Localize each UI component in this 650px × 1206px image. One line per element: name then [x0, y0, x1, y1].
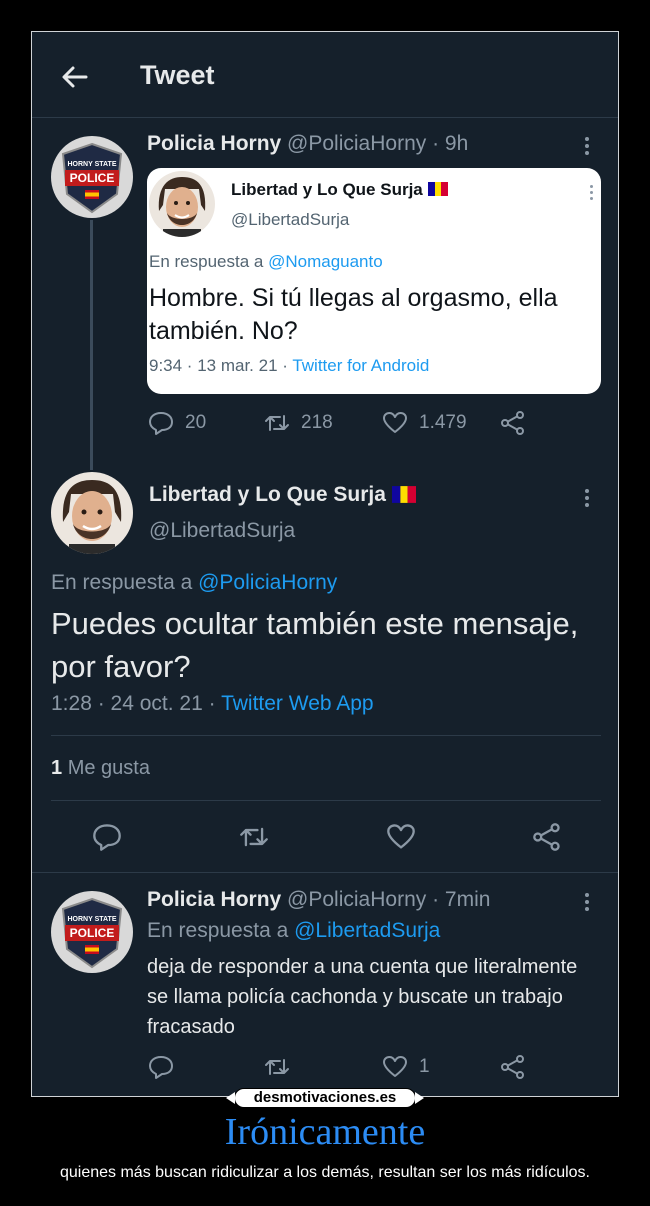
reply-button[interactable]: 20 — [148, 410, 264, 436]
reply-icon[interactable] — [92, 822, 122, 852]
tweet-header: Policia Horny @PoliciaHorny · 7min — [147, 888, 490, 912]
embedded-author-name: Libertad y Lo Que Surja — [231, 180, 448, 200]
reply-line: En respuesta a @PoliciaHorny — [51, 571, 338, 594]
tweet-text: Puedes ocultar también este mensaje, por… — [51, 606, 579, 684]
more-icon[interactable] — [585, 890, 589, 914]
like-button[interactable]: 1 — [382, 1054, 500, 1080]
avatar[interactable] — [51, 472, 133, 554]
tweet-text: deja de responder a una cuenta que liter… — [147, 956, 578, 1038]
more-icon — [590, 182, 593, 203]
like-count: 1 — [419, 1056, 430, 1077]
flag-icon — [427, 182, 448, 196]
author-name[interactable]: Libertad y Lo Que Surja — [149, 483, 416, 507]
divider — [51, 800, 601, 801]
like-icon — [383, 412, 407, 433]
reply-line: En respuesta a @LibertadSurja — [147, 919, 441, 942]
tweet-date: 1:28 · 24 oct. 21 · — [51, 692, 216, 715]
like-count: 1.479 — [419, 412, 467, 433]
retweet-icon — [265, 415, 289, 431]
retweet-button[interactable] — [264, 1054, 382, 1080]
reply-button[interactable] — [148, 1054, 264, 1080]
reply-count: 20 — [185, 412, 207, 433]
share-icon — [501, 1055, 524, 1079]
divider — [51, 735, 601, 736]
poster-subtitle: quienes más buscan ridiculizar a los dem… — [59, 1164, 590, 1181]
avatar[interactable]: HORNY STATE POLICE — [51, 891, 133, 973]
tweet-actions — [92, 822, 562, 852]
tweet-meta: 1:28 · 24 oct. 21 · Twitter Web App — [51, 692, 374, 716]
divider — [32, 872, 618, 873]
avatar-badge: POLICE — [70, 171, 115, 185]
tweet-screenshot: Tweet HORNY STATE POLICE Policia Horny @… — [31, 31, 619, 1097]
page-title: Tweet — [140, 60, 215, 90]
likes-label: Me gusta — [67, 757, 150, 779]
avatar-text: HORNY STATE — [67, 916, 116, 923]
author-name[interactable]: Policia Horny — [147, 132, 281, 155]
embedded-tweet-text: Hombre. Si tú llegas al orgasmo, ella ta… — [149, 284, 558, 345]
embedded-reply-line: En respuesta a @Nomaguanto — [149, 252, 383, 271]
more-icon[interactable] — [585, 134, 589, 158]
likes-count: 1 — [51, 757, 63, 779]
embedded-author-handle: @LibertadSurja — [231, 210, 350, 229]
retweet-icon — [265, 1059, 289, 1075]
top-bar: Tweet — [32, 32, 618, 118]
share-button[interactable] — [500, 1054, 526, 1080]
reply-icon — [149, 1056, 173, 1079]
avatar-badge: POLICE — [70, 926, 115, 940]
avatar-text: HORNY STATE — [67, 161, 116, 168]
embedded-image[interactable]: Libertad y Lo Que Surja @LibertadSurja E… — [147, 168, 601, 394]
author-handle[interactable]: @PoliciaHorny — [287, 888, 426, 911]
share-icon — [501, 411, 524, 435]
more-icon[interactable] — [585, 486, 589, 510]
tweet-actions: 1 — [148, 1054, 526, 1080]
avatar — [149, 171, 215, 237]
like-icon[interactable] — [386, 822, 416, 852]
retweet-count: 218 — [301, 412, 333, 433]
author-handle[interactable]: @PoliciaHorny — [287, 132, 426, 155]
flag-icon — [391, 486, 416, 503]
site-badge[interactable]: desmotivaciones.es — [226, 1088, 424, 1108]
retweet-icon[interactable] — [238, 822, 270, 852]
avatar[interactable]: HORNY STATE POLICE — [51, 136, 133, 218]
tweet-time: · 9h — [432, 132, 469, 155]
reply-to-link[interactable]: @LibertadSurja — [294, 919, 440, 942]
tweet-time: · 7min — [432, 888, 491, 911]
share-icon[interactable] — [532, 822, 562, 852]
poster-title: Irónicamente — [224, 1111, 426, 1153]
back-arrow-icon[interactable] — [60, 62, 90, 92]
tweet-source[interactable]: Twitter Web App — [221, 692, 374, 715]
author-name[interactable]: Policia Horny — [147, 888, 281, 911]
reply-to-link[interactable]: @PoliciaHorny — [198, 571, 337, 594]
tweet-header: Policia Horny @PoliciaHorny · 9h — [147, 132, 468, 156]
like-icon — [383, 1056, 407, 1077]
retweet-button[interactable]: 218 — [264, 410, 382, 436]
likes-summary[interactable]: 1 Me gusta — [51, 757, 150, 780]
tweet-actions: 20 218 1.479 — [148, 410, 526, 436]
embedded-tweet-meta: 9:34 · 13 mar. 21 · Twitter for Android — [149, 356, 430, 375]
reply-icon — [149, 412, 173, 435]
thread-line — [90, 220, 93, 470]
share-button[interactable] — [500, 410, 526, 436]
like-button[interactable]: 1.479 — [382, 410, 500, 436]
author-handle[interactable]: @LibertadSurja — [149, 519, 295, 543]
